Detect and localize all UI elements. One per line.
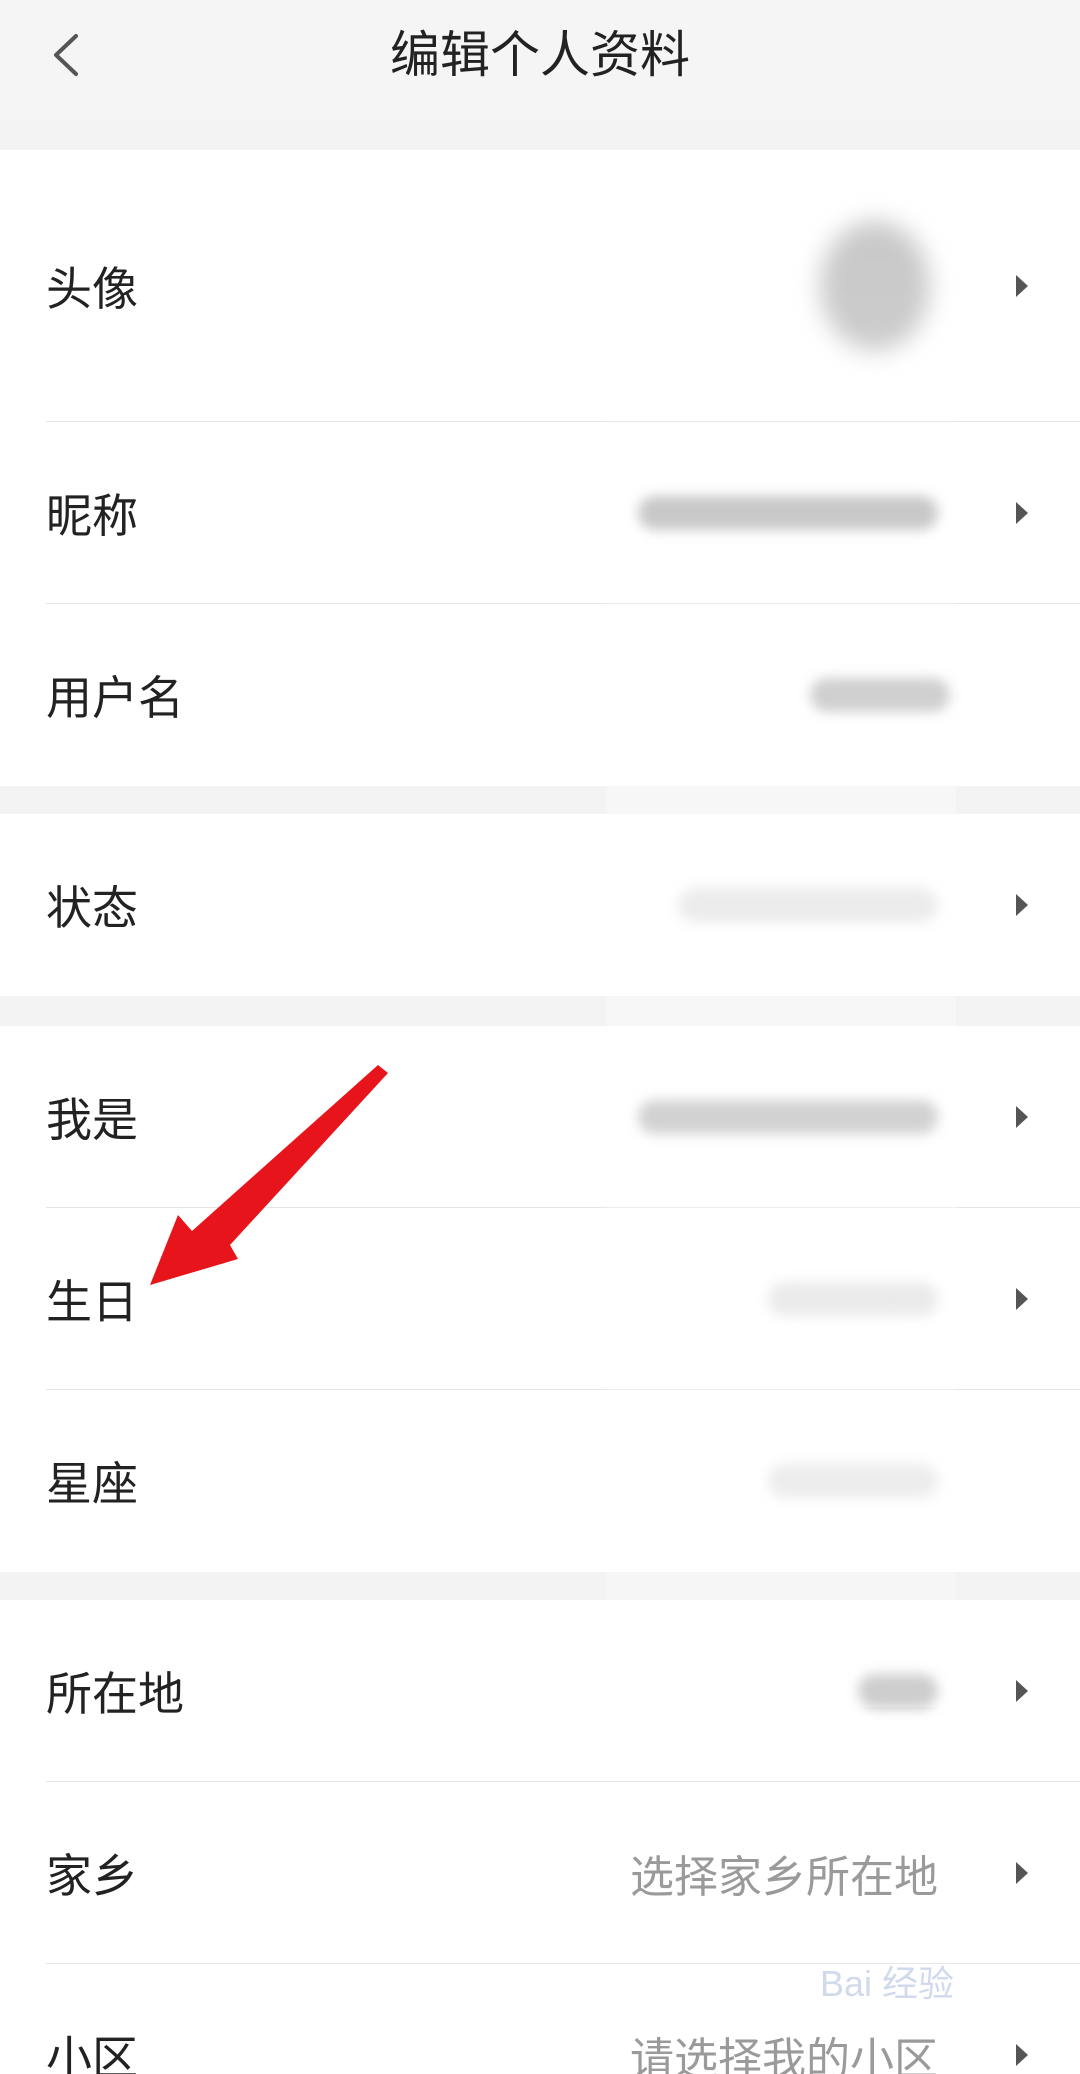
status-value xyxy=(678,814,938,996)
zodiac-row: 星座 xyxy=(0,1390,1080,1572)
chevron-right-icon xyxy=(1016,1106,1028,1128)
chevron-right-icon xyxy=(1016,1862,1028,1884)
nickname-value xyxy=(638,422,938,604)
username-label: 用户名 xyxy=(46,671,184,725)
chevron-right-icon xyxy=(1016,275,1028,297)
nickname-row[interactable]: 昵称 xyxy=(0,422,1080,604)
hometown-label: 家乡 xyxy=(46,1849,138,1903)
location-label: 所在地 xyxy=(46,1667,184,1721)
identity-label: 我是 xyxy=(46,1093,138,1147)
profile-basic-section: 头像 昵称 用户名 xyxy=(0,150,1080,786)
avatar-value xyxy=(820,150,930,422)
avatar-label: 头像 xyxy=(46,262,138,316)
top-bar: 编辑个人资料 xyxy=(0,0,1080,120)
birthday-value xyxy=(768,1208,938,1390)
watermark: Bai 经验 xyxy=(820,1963,955,2004)
location-value xyxy=(858,1600,938,1782)
birthday-label: 生日 xyxy=(46,1275,138,1329)
identity-value xyxy=(638,1026,938,1208)
chevron-right-icon xyxy=(1016,1680,1028,1702)
chevron-right-icon xyxy=(1016,1288,1028,1310)
username-value xyxy=(810,604,950,786)
page-title: 编辑个人资料 xyxy=(390,26,690,84)
avatar xyxy=(820,221,930,351)
chevron-right-icon xyxy=(1016,894,1028,916)
red-annotation-arrow xyxy=(150,1065,388,1285)
status-row[interactable]: 状态 xyxy=(0,814,1080,996)
zodiac-value xyxy=(768,1390,938,1572)
location-row[interactable]: 所在地 xyxy=(0,1600,1080,1782)
status-section: 状态 xyxy=(0,814,1080,996)
chevron-right-icon xyxy=(1016,502,1028,524)
username-row: 用户名 xyxy=(0,604,1080,786)
hometown-placeholder: 选择家乡所在地 xyxy=(630,1852,938,1903)
chevron-right-icon xyxy=(1016,2044,1028,2066)
hometown-row[interactable]: 家乡 选择家乡所在地 xyxy=(0,1782,1080,1964)
zodiac-label: 星座 xyxy=(46,1457,138,1511)
avatar-row[interactable]: 头像 xyxy=(0,150,1080,422)
status-label: 状态 xyxy=(46,881,138,935)
community-label: 小区 xyxy=(46,2031,138,2074)
nickname-label: 昵称 xyxy=(46,489,138,543)
